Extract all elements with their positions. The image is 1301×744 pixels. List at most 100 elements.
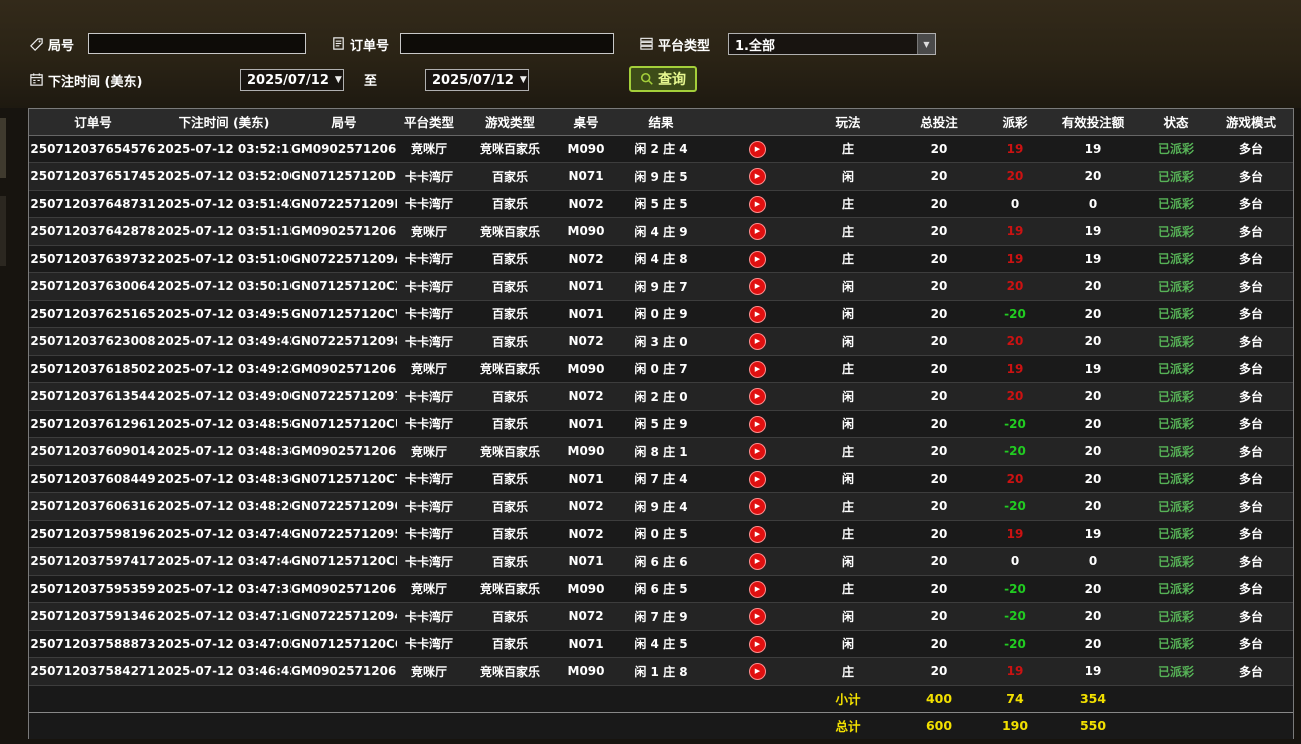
cell-bet-side: 闲 <box>805 162 891 191</box>
play-video-button[interactable]: ▶ <box>748 525 766 543</box>
cell-platform: 卡卡湾厅 <box>397 382 461 411</box>
cell-mode: 多台 <box>1209 575 1293 603</box>
cell-status: 已派彩 <box>1143 630 1209 658</box>
cell-payout: 20 <box>987 327 1043 356</box>
cell-platform: 竞咪厅 <box>397 575 461 603</box>
cell-table-no: N072 <box>559 327 613 356</box>
play-video-button[interactable]: ▶ <box>748 305 766 323</box>
cell-time: 2025-07-12 03:48:38 <box>157 437 291 466</box>
table-row: 250712037609014 2025-07-12 03:48:38 GM0902… <box>29 437 1293 466</box>
cell-mode: 多台 <box>1209 492 1293 521</box>
cell-status: 已派彩 <box>1143 272 1209 301</box>
play-video-button[interactable]: ▶ <box>748 195 766 213</box>
cell-table-no: N072 <box>559 520 613 548</box>
play-video-button[interactable]: ▶ <box>748 635 766 653</box>
date-to-value: 2025/07/12 <box>432 72 514 88</box>
cell-order: 250712037654576 <box>29 135 157 163</box>
cell-total-bet: 20 <box>891 190 987 218</box>
cell-total-bet: 20 <box>891 217 987 246</box>
platform-type-select[interactable]: 1.全部 ▼ <box>728 33 936 55</box>
cell-platform: 卡卡湾厅 <box>397 300 461 328</box>
cell-total-bet: 20 <box>891 300 987 328</box>
play-video-button[interactable]: ▶ <box>748 388 766 406</box>
play-video-button[interactable]: ▶ <box>748 608 766 626</box>
table-row: 250712037630064 2025-07-12 03:50:16 GN0712… <box>29 272 1293 301</box>
col-header-payout: 派彩 <box>987 109 1043 136</box>
table-body: 250712037654576 2025-07-12 03:52:11 GM0902… <box>29 135 1293 686</box>
cell-game-type: 百家乐 <box>461 547 559 576</box>
query-button[interactable]: 查询 <box>629 66 697 92</box>
cell-status: 已派彩 <box>1143 465 1209 493</box>
play-video-button[interactable]: ▶ <box>748 168 766 186</box>
cell-payout: 19 <box>987 355 1043 383</box>
cell-time: 2025-07-12 03:47:05 <box>157 630 291 658</box>
date-to-picker[interactable]: 2025/07/12 ▼ <box>425 69 529 91</box>
cell-bet-side: 庄 <box>805 135 891 163</box>
cell-status: 已派彩 <box>1143 520 1209 548</box>
cell-platform: 卡卡湾厅 <box>397 547 461 576</box>
order-number-input[interactable] <box>400 33 614 54</box>
cell-status: 已派彩 <box>1143 300 1209 328</box>
cell-status: 已派彩 <box>1143 217 1209 246</box>
cell-round: GN07225712098 <box>291 327 397 356</box>
play-video-button[interactable]: ▶ <box>748 580 766 598</box>
play-video-button[interactable]: ▶ <box>748 223 766 241</box>
play-video-button[interactable]: ▶ <box>748 278 766 296</box>
cell-mode: 多台 <box>1209 657 1293 686</box>
total-valid-bet: 550 <box>1079 718 1107 734</box>
cell-result: 闲 4 庄 8 <box>613 245 709 273</box>
play-video-button[interactable]: ▶ <box>748 140 766 158</box>
cell-result: 闲 3 庄 0 <box>613 327 709 356</box>
document-icon <box>331 36 346 51</box>
cell-play: ▶ <box>709 245 805 273</box>
cell-play: ▶ <box>709 135 805 163</box>
date-from-picker[interactable]: 2025/07/12 ▼ <box>240 69 344 91</box>
play-video-button[interactable]: ▶ <box>748 333 766 351</box>
cell-payout: 20 <box>987 465 1043 493</box>
cell-status: 已派彩 <box>1143 327 1209 356</box>
cell-result: 闲 7 庄 4 <box>613 465 709 493</box>
cell-time: 2025-07-12 03:48:36 <box>157 465 291 493</box>
cell-status: 已派彩 <box>1143 355 1209 383</box>
cell-order: 250712037584271 <box>29 657 157 686</box>
cell-status: 已派彩 <box>1143 382 1209 411</box>
cell-valid-bet: 20 <box>1043 272 1143 301</box>
cell-valid-bet: 20 <box>1043 492 1143 521</box>
left-edge-decoration <box>0 196 6 266</box>
cell-payout: 0 <box>987 547 1043 576</box>
round-number-input[interactable] <box>88 33 306 54</box>
cell-valid-bet: 20 <box>1043 382 1143 411</box>
cell-payout: -20 <box>987 437 1043 466</box>
play-video-button[interactable]: ▶ <box>748 250 766 268</box>
cell-payout: 19 <box>987 520 1043 548</box>
col-header-total-bet: 总投注 <box>891 109 987 136</box>
cell-round: GM0902571206I <box>291 355 397 383</box>
cell-valid-bet: 20 <box>1043 630 1143 658</box>
cell-play: ▶ <box>709 630 805 658</box>
play-video-button[interactable]: ▶ <box>748 443 766 461</box>
cell-valid-bet: 20 <box>1043 410 1143 438</box>
table-row: 250712037598196 2025-07-12 03:47:49 GN0722… <box>29 520 1293 548</box>
round-number-label: 局号 <box>48 39 75 54</box>
cell-payout: -20 <box>987 575 1043 603</box>
cell-round: GN071257120CW <box>291 300 397 328</box>
play-video-button[interactable]: ▶ <box>748 470 766 488</box>
subtotal-row: 小计 400 74 354 <box>29 685 1293 712</box>
cell-result: 闲 9 庄 5 <box>613 162 709 191</box>
cell-valid-bet: 19 <box>1043 245 1143 273</box>
cell-play: ▶ <box>709 355 805 383</box>
cell-status: 已派彩 <box>1143 437 1209 466</box>
order-number-label: 订单号 <box>350 39 390 54</box>
cell-result: 闲 5 庄 9 <box>613 410 709 438</box>
play-video-button[interactable]: ▶ <box>748 498 766 516</box>
cell-valid-bet: 19 <box>1043 217 1143 246</box>
play-video-button[interactable]: ▶ <box>748 553 766 571</box>
play-video-button[interactable]: ▶ <box>748 415 766 433</box>
play-video-button[interactable]: ▶ <box>748 663 766 681</box>
play-video-button[interactable]: ▶ <box>748 360 766 378</box>
cell-order: 250712037606316 <box>29 492 157 521</box>
cell-game-type: 竞咪百家乐 <box>461 575 559 603</box>
orders-table-container: 订单号 下注时间 (美东) 局号 平台类型 游戏类型 桌号 结果 玩法 总投注 … <box>28 108 1294 739</box>
col-header-bet-time: 下注时间 (美东) <box>157 109 291 136</box>
cell-result: 闲 7 庄 9 <box>613 602 709 631</box>
